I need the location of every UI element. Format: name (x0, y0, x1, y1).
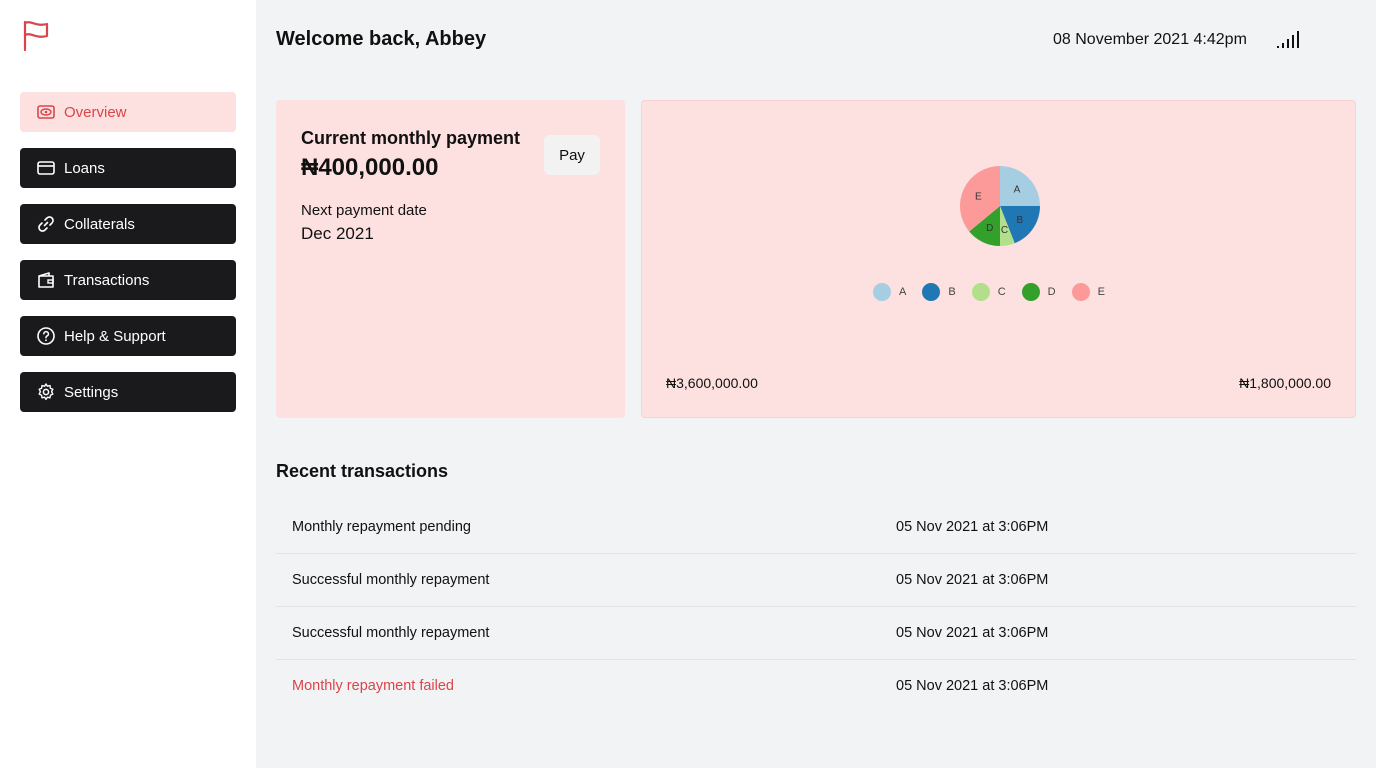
legend-swatch (1071, 283, 1090, 301)
legend-label: A (899, 286, 907, 298)
table-row[interactable]: Successful monthly repayment 05 Nov 2021… (276, 554, 1356, 607)
help-circle-icon (36, 326, 56, 346)
next-payment-label: Next payment date (301, 202, 427, 219)
gear-icon (36, 382, 56, 402)
table-row[interactable]: Monthly repayment failed 05 Nov 2021 at … (276, 660, 1356, 713)
pie-slice-label: E (975, 191, 982, 202)
payment-amount: ₦400,000.00 (301, 154, 439, 181)
eye-icon (36, 102, 56, 122)
sidebar-item-transactions[interactable]: Transactions (20, 260, 236, 300)
legend-label: C (997, 286, 1006, 298)
signal-strength-icon (1276, 30, 1302, 50)
sidebar-item-label: Collaterals (64, 215, 135, 233)
sidebar-item-settings[interactable]: Settings (20, 372, 236, 412)
wallet-icon (36, 270, 56, 290)
pie-slice-label: D (986, 223, 993, 234)
transaction-description: Successful monthly repayment (292, 625, 490, 641)
table-row[interactable]: Monthly repayment pending 05 Nov 2021 at… (276, 501, 1356, 554)
legend-item: D (1021, 283, 1056, 301)
next-payment-date: Dec 2021 (301, 224, 374, 243)
legend-item: B (922, 283, 956, 301)
chart-legend: A B C D E (873, 283, 1121, 301)
loan-chart-card: ABCDE ABCDE ₦3,600,000.00 ₦1,800,000.00 (641, 100, 1356, 418)
page-title: Welcome back, Abbey (276, 28, 487, 50)
legend-label: E (1097, 286, 1105, 298)
legend-item: A (873, 283, 906, 301)
payment-card: Current monthly payment ₦400,000.00 Pay … (276, 100, 625, 418)
sidebar-item-label: Transactions (64, 271, 150, 289)
credit-card-icon (36, 158, 56, 178)
transaction-date: 05 Nov 2021 at 3:06PM (896, 572, 1049, 588)
sidebar-nav: Overview Loans Collaterals Transactions … (20, 92, 236, 428)
sidebar-item-label: Settings (64, 383, 119, 401)
transaction-date: 05 Nov 2021 at 3:06PM (896, 678, 1049, 694)
transactions-list: Monthly repayment pending 05 Nov 2021 at… (276, 501, 1356, 713)
sidebar-item-help-support[interactable]: Help & Support (20, 316, 236, 356)
table-row[interactable]: Successful monthly repayment 05 Nov 2021… (276, 607, 1356, 660)
pay-button[interactable]: Pay (544, 135, 600, 175)
transaction-description: Monthly repayment pending (292, 519, 471, 535)
legend-swatch (873, 283, 891, 301)
sidebar-item-label: Loans (64, 159, 105, 177)
transaction-description: Successful monthly repayment (292, 572, 490, 588)
transaction-date: 05 Nov 2021 at 3:06PM (896, 519, 1049, 535)
sidebar: Overview Loans Collaterals Transactions … (0, 0, 256, 768)
current-datetime: 08 November 2021 4:42pm (1053, 31, 1247, 48)
sidebar-item-loans[interactable]: Loans (20, 148, 236, 188)
recent-transactions-title: Recent transactions (276, 461, 449, 481)
pie-slice-label: B (1017, 215, 1024, 226)
legend-label: D (1047, 286, 1056, 298)
sidebar-item-collaterals[interactable]: Collaterals (20, 204, 236, 244)
legend-item: C (971, 283, 1006, 301)
transaction-date: 05 Nov 2021 at 3:06PM (896, 625, 1049, 641)
outstanding-amount: ₦1,800,000.00 (1239, 375, 1331, 391)
flag-logo-icon[interactable] (22, 20, 50, 52)
legend-item: E (1071, 283, 1105, 301)
sidebar-item-overview[interactable]: Overview (20, 92, 236, 132)
legend-swatch (1021, 283, 1040, 301)
legend-swatch (971, 283, 990, 301)
pie-slice-label: C (1001, 225, 1008, 236)
legend-swatch (922, 283, 941, 301)
transaction-description: Monthly repayment failed (292, 678, 454, 694)
pie-slice-label: A (1014, 185, 1021, 196)
sidebar-item-label: Help & Support (64, 327, 166, 345)
link-icon (36, 214, 56, 234)
sidebar-item-label: Overview (64, 103, 127, 121)
pie-chart: A BCD E (960, 166, 1040, 246)
payment-card-title: Current monthly payment (301, 128, 521, 148)
legend-label: B (948, 286, 956, 298)
total-amount: ₦3,600,000.00 (666, 375, 758, 391)
